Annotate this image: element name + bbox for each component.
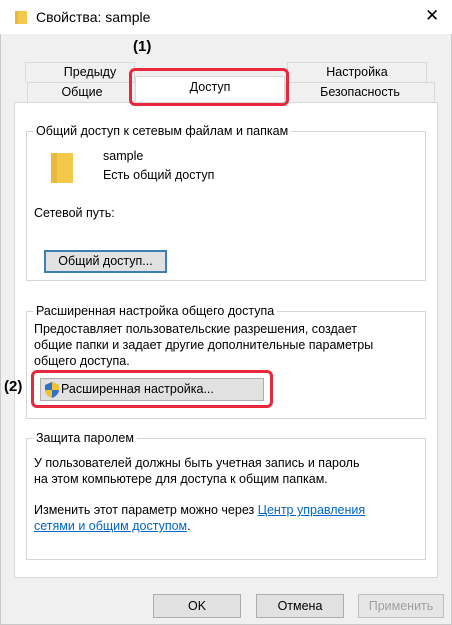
tab-customize[interactable]: Настройка xyxy=(287,62,427,82)
password-text-line-1: У пользователей должны быть учетная запи… xyxy=(34,456,360,470)
highlight-sharing-tab xyxy=(129,68,289,106)
change-setting-text: Изменить этот параметр можно через xyxy=(34,503,255,517)
advanced-description-line-3: общего доступа. xyxy=(34,354,130,368)
shared-folder-icon xyxy=(51,153,73,183)
network-path-label: Сетевой путь: xyxy=(34,206,115,220)
advanced-description-line-2: общие папки и задает другие дополнительн… xyxy=(34,338,374,352)
apply-button-label: Применить xyxy=(368,599,434,613)
cancel-button[interactable]: Отмена xyxy=(256,594,344,618)
tab-general-label: Общие xyxy=(61,85,103,99)
share-status: Есть общий доступ xyxy=(103,168,215,182)
tab-security-label: Безопасность xyxy=(320,85,400,99)
share-button[interactable]: Общий доступ... xyxy=(44,250,167,273)
network-center-link-part-1[interactable]: Центр управления xyxy=(258,503,365,517)
advanced-description-clip: общего доступа. xyxy=(34,354,384,368)
tab-previous-versions[interactable]: Предыду xyxy=(25,62,135,82)
change-setting-line: Изменить этот параметр можно через Центр… xyxy=(34,503,365,517)
folder-icon xyxy=(15,11,27,24)
network-share-group-title: Общий доступ к сетевым файлам и папкам xyxy=(33,124,292,138)
advanced-description-line-1: Предоставляет пользовательские разрешени… xyxy=(34,322,357,336)
password-text-line-2: на этом компьютере для доступа к общим п… xyxy=(34,472,328,486)
apply-button[interactable]: Применить xyxy=(358,594,444,618)
tab-previous-versions-label: Предыду xyxy=(63,65,117,79)
ok-button[interactable]: OK xyxy=(153,594,241,618)
cancel-button-label: Отмена xyxy=(277,599,323,613)
tab-general[interactable]: Общие xyxy=(27,82,137,103)
change-setting-line-2: сетями и общим доступом. xyxy=(34,519,191,533)
advanced-sharing-group-title: Расширенная настройка общего доступа xyxy=(33,304,278,318)
window-title: Свойства: sample xyxy=(36,9,151,25)
network-center-link-part-2[interactable]: сетями и общим доступом xyxy=(34,519,187,533)
close-icon[interactable]: ✕ xyxy=(425,6,439,26)
ok-button-label: OK xyxy=(187,599,207,613)
tab-security[interactable]: Безопасность xyxy=(285,82,435,103)
callout-1: (1) xyxy=(133,38,152,55)
highlight-advanced-button xyxy=(31,370,273,408)
folder-name: sample xyxy=(103,149,144,163)
callout-2: (2) xyxy=(4,378,23,395)
tab-customize-label: Настройка xyxy=(326,65,388,79)
title-bar[interactable]: Свойства: sample ✕ xyxy=(0,0,452,34)
password-protection-group-title: Защита паролем xyxy=(33,431,137,445)
share-button-label: Общий доступ... xyxy=(58,254,153,268)
link-period: . xyxy=(187,519,191,533)
